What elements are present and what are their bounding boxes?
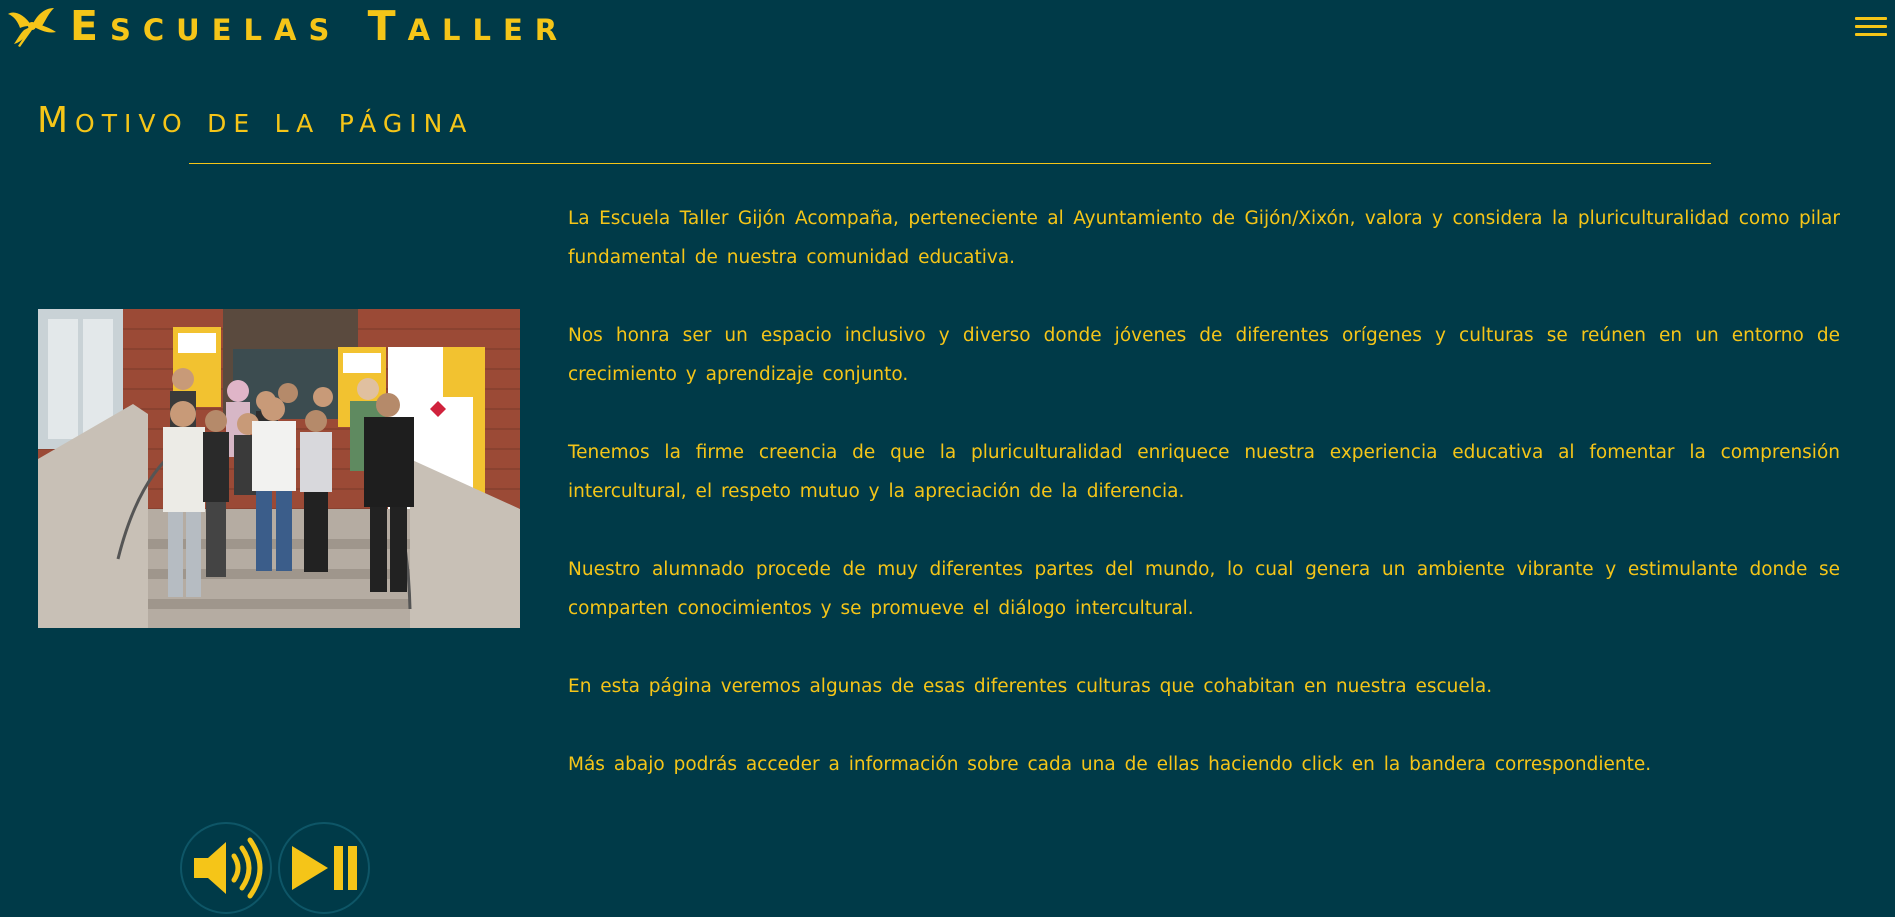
leaf-logo-icon[interactable] <box>6 4 58 48</box>
paragraph: Nos honra ser un espacio inclusivo y div… <box>568 325 1840 385</box>
paragraph: Nuestro alumnado procede de muy diferent… <box>568 559 1840 619</box>
audio-controls <box>180 822 380 914</box>
site-header: Escuelas Taller <box>0 0 1895 58</box>
hamburger-menu-icon[interactable] <box>1855 17 1887 41</box>
play-pause-icon[interactable] <box>278 822 370 914</box>
group-photo <box>38 309 520 628</box>
paragraph: Tenemos la firme creencia de que la plur… <box>568 442 1840 502</box>
paragraph: La Escuela Taller Gijón Acompaña, perten… <box>568 208 1840 268</box>
paragraph: Más abajo podrás acceder a información s… <box>568 754 1652 775</box>
page-title: Motivo de la página <box>37 100 474 141</box>
speaker-volume-icon[interactable] <box>180 822 272 914</box>
paragraph: En esta página veremos algunas de esas d… <box>568 676 1493 697</box>
title-divider <box>189 163 1711 164</box>
site-title[interactable]: Escuelas Taller <box>70 2 569 50</box>
intro-text: La Escuela Taller Gijón Acompaña, perten… <box>568 199 1840 823</box>
